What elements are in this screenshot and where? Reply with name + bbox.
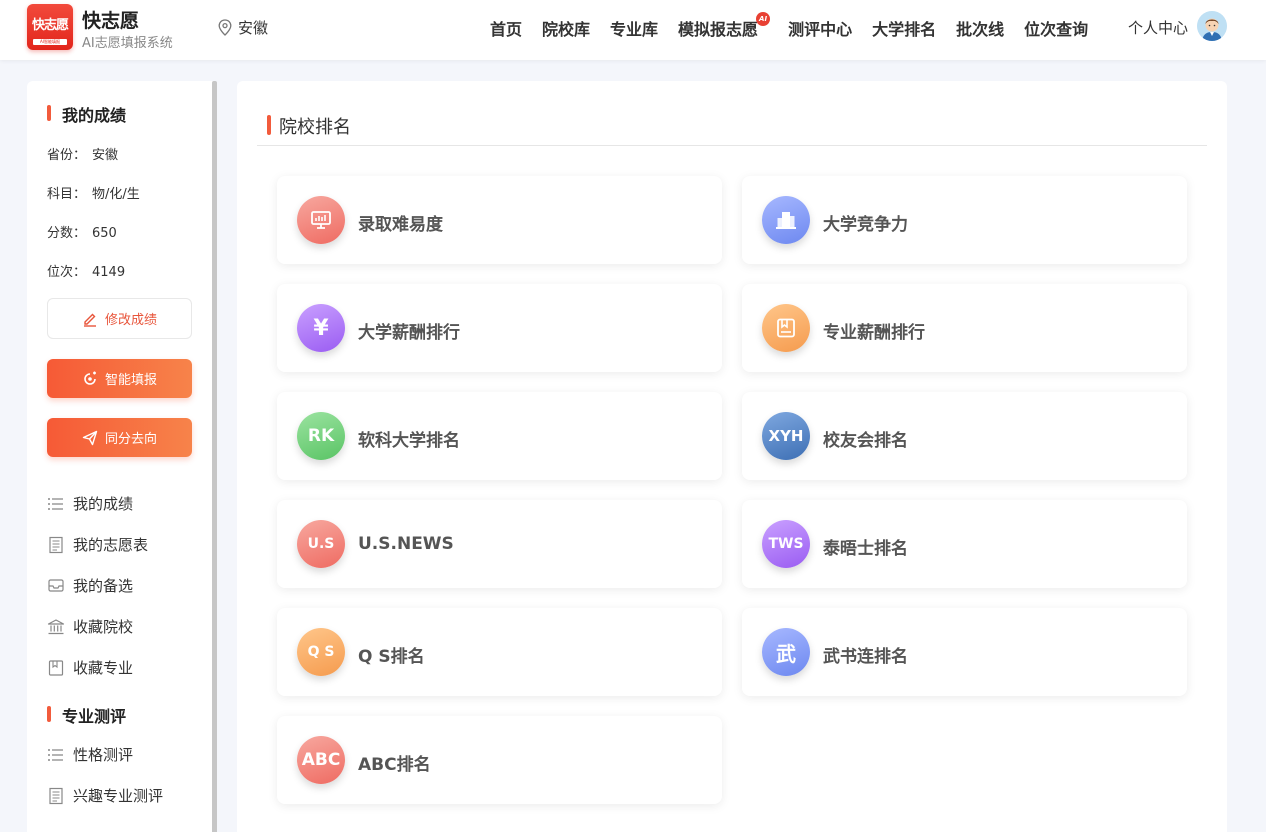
nav-majors[interactable]: 专业库 [610,16,658,40]
card-label: 武书连排名 [823,647,908,667]
monitor-icon [297,196,345,244]
card-times-ranking[interactable]: TWS 泰晤士排名 [742,500,1187,588]
info-rank-value: 4149 [92,265,126,280]
info-subject-value: 物/化/生 [92,187,140,202]
nav-university-ranking[interactable]: 大学排名 [872,16,936,40]
info-rank-label: 位次： [47,265,87,280]
info-province: 省份： 安徽 [47,144,118,163]
qs-icon: Q S [297,628,345,676]
list-icon [48,497,63,510]
menu-my-application-form[interactable]: 我的志愿表 [47,534,148,555]
card-label: Q S排名 [358,647,425,667]
card-label: ABC排名 [358,755,431,775]
rk-icon: RK [297,412,345,460]
card-wushulian-ranking[interactable]: 武 武书连排名 [742,608,1187,696]
card-abc-ranking[interactable]: ABC ABC排名 [277,716,722,804]
evaluation-section-title: 专业测评 [47,703,126,727]
menu-favorite-colleges[interactable]: 收藏院校 [47,616,133,637]
nav-colleges[interactable]: 院校库 [542,16,590,40]
book-icon [762,304,810,352]
menu-my-scores[interactable]: 我的成绩 [47,493,133,514]
logo[interactable]: 快志愿 AI智能填报 [27,4,73,50]
inbox-icon [48,578,64,592]
card-major-salary-ranking[interactable]: 专业薪酬排行 [742,284,1187,372]
list-icon [48,748,63,761]
sidebar-scrollbar[interactable] [212,81,217,832]
title-divider [257,145,1207,146]
university-icon [47,618,65,634]
logo-text: 快志愿 [31,18,69,33]
menu-my-alternatives[interactable]: 我的备选 [47,575,133,596]
card-alumni-ranking[interactable]: XYH 校友会排名 [742,392,1187,480]
info-province-label: 省份： [47,148,87,163]
document-icon [49,787,63,804]
user-center-link[interactable]: 个人中心 [1128,17,1188,38]
brand-subtitle: AI志愿填报系统 [82,36,173,51]
usnews-icon: U.S [297,520,345,568]
smart-fill-button[interactable]: 智能填报 [47,359,192,398]
avatar-icon [1197,11,1227,41]
xyh-icon: XYH [762,412,810,460]
info-score-label: 分数： [47,226,87,241]
scores-section-title: 我的成绩 [47,102,126,126]
info-subject: 科目： 物/化/生 [47,183,140,202]
card-label: 录取难易度 [358,215,443,235]
main-nav: 首页 院校库 专业库 模拟报志愿 AI 测评中心 大学排名 批次线 位次查询 [490,12,1108,40]
info-province-value: 安徽 [92,148,119,163]
info-score-value: 650 [92,226,117,241]
card-university-salary-ranking[interactable]: ¥ 大学薪酬排行 [277,284,722,372]
building-icon [762,196,810,244]
document-icon [49,536,63,553]
menu-interest-major-test[interactable]: 兴趣专业测评 [47,785,163,806]
nav-batch-line[interactable]: 批次线 [956,16,1004,40]
menu-favorite-majors[interactable]: 收藏专业 [47,657,133,678]
card-usnews-ranking[interactable]: U.S U.S.NEWS [277,500,722,588]
send-icon [82,430,98,445]
abc-icon: ABC [297,736,345,784]
pencil-icon [83,313,96,327]
page-title: 院校排名 [267,113,351,139]
nav-rank-query[interactable]: 位次查询 [1024,16,1088,40]
edit-score-button[interactable]: 修改成绩 [47,298,192,339]
location-pin-icon [218,19,232,36]
nav-evaluation[interactable]: 测评中心 [788,16,852,40]
info-score: 分数： 650 [47,222,117,241]
location-selector[interactable]: 安徽 [218,17,268,38]
card-label: 校友会排名 [823,431,908,451]
smart-target-icon [84,371,96,385]
nav-simulate[interactable]: 模拟报志愿 AI [678,12,771,40]
card-label: 专业薪酬排行 [823,323,925,343]
card-shanghai-ranking[interactable]: RK 软科大学排名 [277,392,722,480]
avatar[interactable] [1197,11,1227,41]
yen-icon: ¥ [297,304,345,352]
card-admission-difficulty[interactable]: 录取难易度 [277,176,722,264]
same-score-button[interactable]: 同分去向 [47,418,192,457]
card-label: 大学竞争力 [823,215,908,235]
logo-subtext: AI智能填报 [33,39,67,45]
location-label: 安徽 [238,19,269,37]
ai-badge: AI [756,12,771,26]
card-label: U.S.NEWS [358,534,454,554]
card-qs-ranking[interactable]: Q S Q S排名 [277,608,722,696]
bookmark-icon [48,659,64,676]
info-rank: 位次： 4149 [47,261,125,280]
info-subject-label: 科目： [47,187,87,202]
menu-personality-test[interactable]: 性格测评 [47,744,133,765]
card-university-competitiveness[interactable]: 大学竞争力 [742,176,1187,264]
wsl-icon: 武 [762,628,810,676]
card-label: 软科大学排名 [358,431,460,451]
top-header: 快志愿 AI智能填报 快志愿 AI志愿填报系统 安徽 首页 院校库 专业库 模拟… [0,0,1266,60]
sidebar: 我的成绩 省份： 安徽 科目： 物/化/生 分数： 650 位次： 4149 修改成绩 … [27,81,217,832]
tws-icon: TWS [762,520,810,568]
brand-title: 快志愿 [82,10,140,32]
nav-home[interactable]: 首页 [490,16,522,40]
ranking-panel: 院校排名 录取难易度 大学竞争力 ¥ 大学薪酬排行 专业薪酬排行 RK 软科大学… [237,81,1227,832]
card-label: 泰晤士排名 [823,539,908,559]
card-label: 大学薪酬排行 [358,323,460,343]
